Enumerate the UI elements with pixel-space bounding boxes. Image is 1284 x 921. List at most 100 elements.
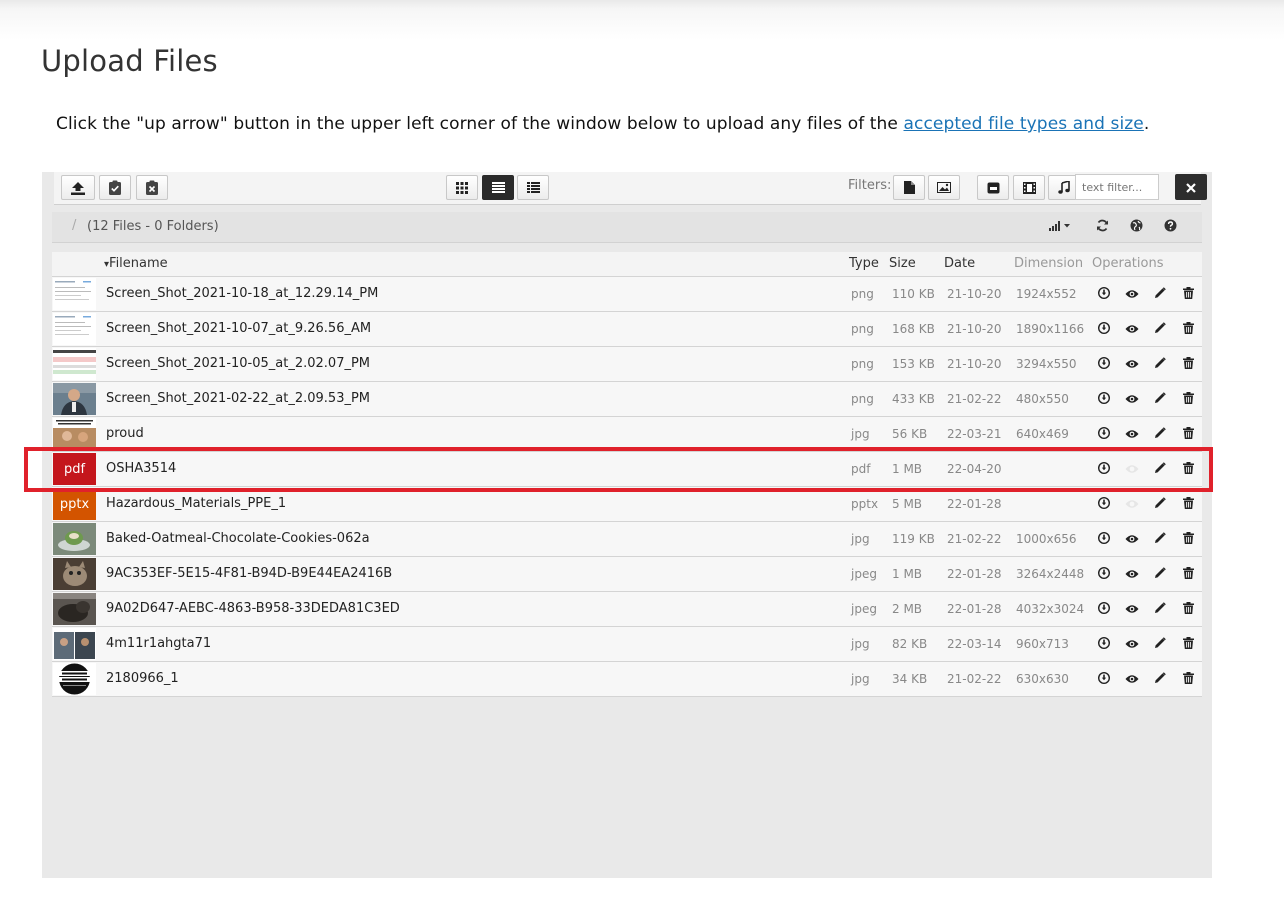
filter-archives-button[interactable] bbox=[977, 175, 1009, 200]
columns-view-button[interactable] bbox=[517, 175, 549, 200]
clear-filter-button[interactable] bbox=[1175, 174, 1207, 200]
file-thumbnail: pdf bbox=[53, 453, 96, 485]
download-button[interactable] bbox=[1096, 460, 1112, 476]
table-row[interactable]: pptx Hazardous_Materials_PPE_1 pptx 5 MB 22-… bbox=[52, 487, 1202, 522]
table-row[interactable]: 2180966_1 jpg 34 KB 21-02-22 630x630 bbox=[52, 662, 1202, 697]
download-button[interactable] bbox=[1096, 320, 1112, 336]
deselect-all-button[interactable] bbox=[136, 175, 168, 200]
download-button[interactable] bbox=[1096, 285, 1112, 301]
file-name[interactable]: Screen_Shot_2021-02-22_at_2.09.53_PM bbox=[106, 391, 370, 406]
delete-button[interactable] bbox=[1180, 495, 1196, 511]
edit-button[interactable] bbox=[1152, 285, 1168, 301]
download-button[interactable] bbox=[1096, 355, 1112, 371]
edit-button[interactable] bbox=[1152, 670, 1168, 686]
edit-pencil-icon bbox=[1154, 319, 1166, 338]
table-row[interactable]: Screen_Shot_2021-10-07_at_9.26.56_AM png 1… bbox=[52, 312, 1202, 347]
preview-button[interactable] bbox=[1124, 600, 1140, 616]
table-row[interactable]: Baked-Oatmeal-Chocolate-Cookies-062a jpg 1… bbox=[52, 522, 1202, 557]
file-name[interactable]: proud bbox=[106, 426, 144, 441]
delete-button[interactable] bbox=[1180, 355, 1196, 371]
preview-button[interactable] bbox=[1124, 285, 1140, 301]
delete-button[interactable] bbox=[1180, 600, 1196, 616]
filter-images-button[interactable] bbox=[928, 175, 960, 200]
table-row[interactable]: Screen_Shot_2021-10-18_at_12.29.14_PM png… bbox=[52, 277, 1202, 312]
edit-button[interactable] bbox=[1152, 495, 1168, 511]
edit-button[interactable] bbox=[1152, 600, 1168, 616]
preview-button[interactable] bbox=[1124, 390, 1140, 406]
preview-button[interactable] bbox=[1124, 355, 1140, 371]
accepted-file-types-link[interactable]: accepted file types and size bbox=[904, 114, 1144, 134]
delete-button[interactable] bbox=[1180, 530, 1196, 546]
table-row[interactable]: Screen_Shot_2021-10-05_at_2.02.07_PM png 1… bbox=[52, 347, 1202, 382]
download-button[interactable] bbox=[1096, 530, 1112, 546]
download-button[interactable] bbox=[1096, 390, 1112, 406]
edit-button[interactable] bbox=[1152, 565, 1168, 581]
size-column-header[interactable]: Size bbox=[889, 256, 916, 271]
table-row[interactable]: 4m11r1ahgta71 jpg 82 KB 22-03-14 960x713 bbox=[52, 627, 1202, 662]
upload-button[interactable] bbox=[61, 175, 95, 200]
delete-button[interactable] bbox=[1180, 285, 1196, 301]
download-button[interactable] bbox=[1096, 425, 1112, 441]
date-column-header[interactable]: Date bbox=[944, 256, 975, 271]
filename-column-header[interactable]: ▾Filename bbox=[104, 256, 168, 271]
preview-button[interactable] bbox=[1124, 670, 1140, 686]
file-name[interactable]: Hazardous_Materials_PPE_1 bbox=[106, 496, 286, 511]
sort-menu-button[interactable] bbox=[1048, 218, 1074, 234]
table-row[interactable]: 9AC353EF-5E15-4F81-B94D-B9E44EA2416B jpeg… bbox=[52, 557, 1202, 592]
filter-documents-button[interactable] bbox=[893, 175, 925, 200]
delete-button[interactable] bbox=[1180, 565, 1196, 581]
edit-button[interactable] bbox=[1152, 460, 1168, 476]
file-name[interactable]: Screen_Shot_2021-10-07_at_9.26.56_AM bbox=[106, 321, 371, 336]
delete-button[interactable] bbox=[1180, 320, 1196, 336]
delete-button[interactable] bbox=[1180, 390, 1196, 406]
file-name[interactable]: Screen_Shot_2021-10-18_at_12.29.14_PM bbox=[106, 286, 378, 301]
download-button[interactable] bbox=[1096, 600, 1112, 616]
row-operations bbox=[1096, 670, 1196, 688]
filter-videos-button[interactable] bbox=[1013, 175, 1045, 200]
refresh-button[interactable] bbox=[1094, 218, 1110, 234]
file-name[interactable]: Baked-Oatmeal-Chocolate-Cookies-062a bbox=[106, 531, 370, 546]
file-name[interactable]: Screen_Shot_2021-10-05_at_2.02.07_PM bbox=[106, 356, 370, 371]
download-button[interactable] bbox=[1096, 635, 1112, 651]
file-name[interactable]: OSHA3514 bbox=[106, 461, 176, 476]
download-button[interactable] bbox=[1096, 670, 1112, 686]
download-icon bbox=[1097, 669, 1111, 688]
file-name[interactable]: 4m11r1ahgta71 bbox=[106, 636, 211, 651]
file-name[interactable]: 2180966_1 bbox=[106, 671, 179, 686]
preview-button[interactable] bbox=[1124, 565, 1140, 581]
download-button[interactable] bbox=[1096, 565, 1112, 581]
edit-button[interactable] bbox=[1152, 425, 1168, 441]
preview-button[interactable] bbox=[1124, 635, 1140, 651]
file-name[interactable]: 9A02D647-AEBC-4863-B958-33DEDA81C3ED bbox=[106, 601, 400, 616]
table-row[interactable]: pdf OSHA3514 pdf 1 MB 22-04-20 bbox=[52, 452, 1202, 487]
preview-button[interactable] bbox=[1124, 530, 1140, 546]
path-root-separator[interactable]: / bbox=[72, 218, 76, 233]
edit-button[interactable] bbox=[1152, 635, 1168, 651]
select-all-button[interactable] bbox=[99, 175, 131, 200]
file-type: pptx bbox=[851, 497, 879, 511]
preview-button[interactable] bbox=[1124, 320, 1140, 336]
table-row[interactable]: 9A02D647-AEBC-4863-B958-33DEDA81C3ED jpeg… bbox=[52, 592, 1202, 627]
edit-button[interactable] bbox=[1152, 390, 1168, 406]
grid-view-button[interactable] bbox=[446, 175, 478, 200]
type-column-header[interactable]: Type bbox=[849, 256, 879, 271]
table-row[interactable]: proud jpg 56 KB 22-03-21 640x469 bbox=[52, 417, 1202, 452]
edit-button[interactable] bbox=[1152, 530, 1168, 546]
language-button[interactable] bbox=[1128, 218, 1144, 234]
download-button[interactable] bbox=[1096, 495, 1112, 511]
delete-button[interactable] bbox=[1180, 635, 1196, 651]
help-button[interactable] bbox=[1162, 218, 1178, 234]
delete-button[interactable] bbox=[1180, 670, 1196, 686]
delete-button[interactable] bbox=[1180, 460, 1196, 476]
file-name[interactable]: 9AC353EF-5E15-4F81-B94D-B9E44EA2416B bbox=[106, 566, 392, 581]
download-icon bbox=[1097, 494, 1111, 513]
edit-pencil-icon bbox=[1154, 529, 1166, 548]
text-filter-input[interactable] bbox=[1075, 174, 1159, 200]
preview-button[interactable] bbox=[1124, 425, 1140, 441]
table-row[interactable]: Screen_Shot_2021-02-22_at_2.09.53_PM png 4… bbox=[52, 382, 1202, 417]
toolbar-divider bbox=[54, 204, 1201, 205]
delete-button[interactable] bbox=[1180, 425, 1196, 441]
list-view-button[interactable] bbox=[482, 175, 514, 200]
edit-button[interactable] bbox=[1152, 320, 1168, 336]
edit-button[interactable] bbox=[1152, 355, 1168, 371]
